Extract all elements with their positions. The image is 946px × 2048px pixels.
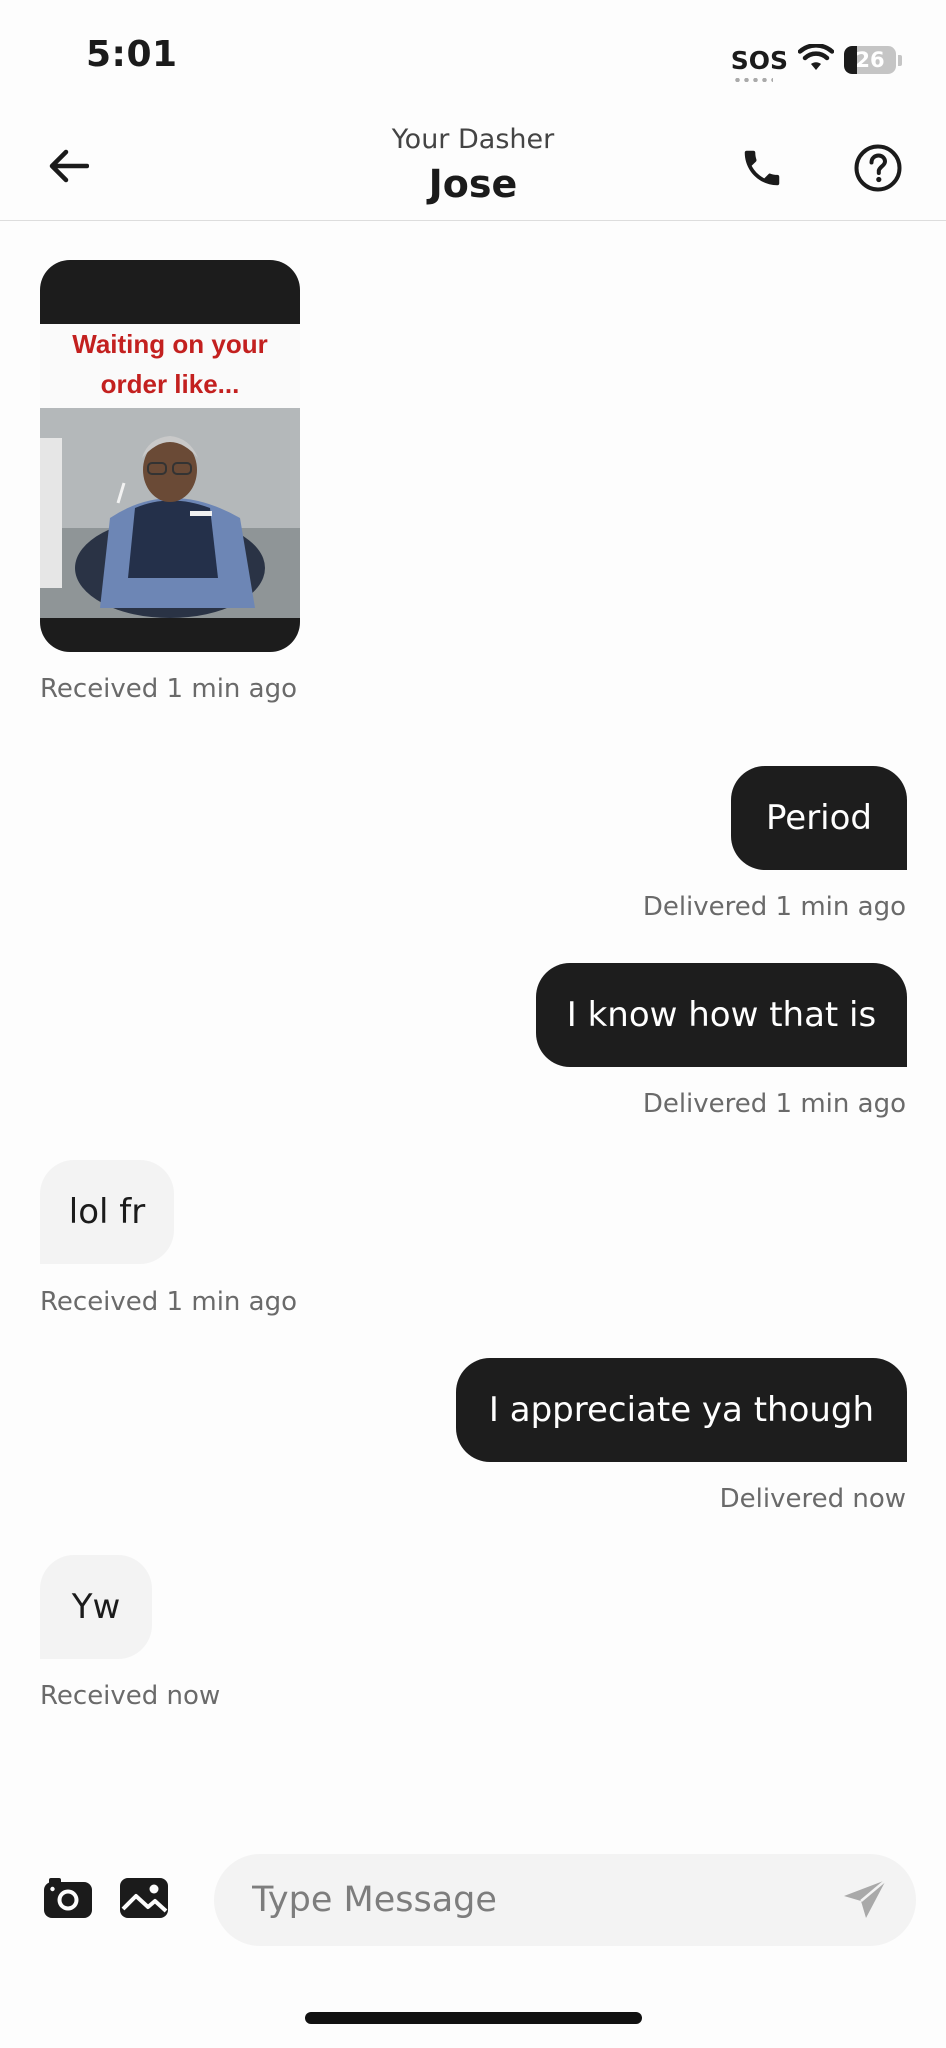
gallery-button[interactable]	[118, 1876, 170, 1924]
sos-label: SOS	[730, 45, 788, 75]
battery-level: 26	[855, 48, 885, 72]
message-status: Received now	[40, 1681, 221, 1711]
chat-header: Your Dasher Jose	[0, 110, 946, 221]
page-title: Jose	[428, 162, 518, 206]
home-indicator[interactable]	[305, 2012, 642, 2024]
sos-indicator: SOS	[730, 45, 788, 82]
status-indicators: SOS 26	[730, 40, 902, 82]
status-bar: 5:01 SOS 26	[0, 0, 946, 110]
received-message-bubble[interactable]: Yw	[40, 1555, 152, 1659]
header-subtitle: Your Dasher	[391, 124, 555, 155]
status-time: 5:01	[86, 34, 178, 75]
camera-icon	[43, 1877, 93, 1923]
question-circle-icon	[853, 143, 903, 197]
message-status: Received 1 min ago	[40, 1287, 298, 1317]
wifi-icon	[797, 43, 835, 76]
message-input[interactable]	[214, 1854, 916, 1946]
camera-button[interactable]	[42, 1876, 94, 1924]
received-image-message[interactable]: Waiting on your order like...	[40, 260, 300, 652]
received-message-bubble[interactable]: lol fr	[40, 1160, 174, 1264]
sos-signal-dots	[732, 77, 773, 82]
sent-message-bubble[interactable]: Period	[731, 766, 907, 870]
battery-tip	[898, 54, 902, 66]
sent-message-bubble[interactable]: I appreciate ya though	[456, 1358, 907, 1462]
phone-icon	[739, 145, 785, 195]
message-composer	[0, 1840, 946, 1960]
image-icon	[119, 1877, 169, 1923]
send-icon	[841, 1877, 889, 1925]
message-status: Received 1 min ago	[40, 674, 298, 704]
help-button[interactable]	[852, 144, 904, 196]
battery-icon: 26	[844, 46, 896, 74]
meme-photo	[40, 408, 300, 618]
call-button[interactable]	[736, 144, 788, 196]
meme-caption: Waiting on your order like...	[40, 324, 300, 408]
message-status: Delivered 1 min ago	[642, 892, 906, 922]
send-button[interactable]	[840, 1878, 890, 1924]
sent-message-bubble[interactable]: I know how that is	[536, 963, 907, 1067]
message-status: Delivered 1 min ago	[642, 1089, 906, 1119]
message-status: Delivered now	[719, 1484, 906, 1514]
